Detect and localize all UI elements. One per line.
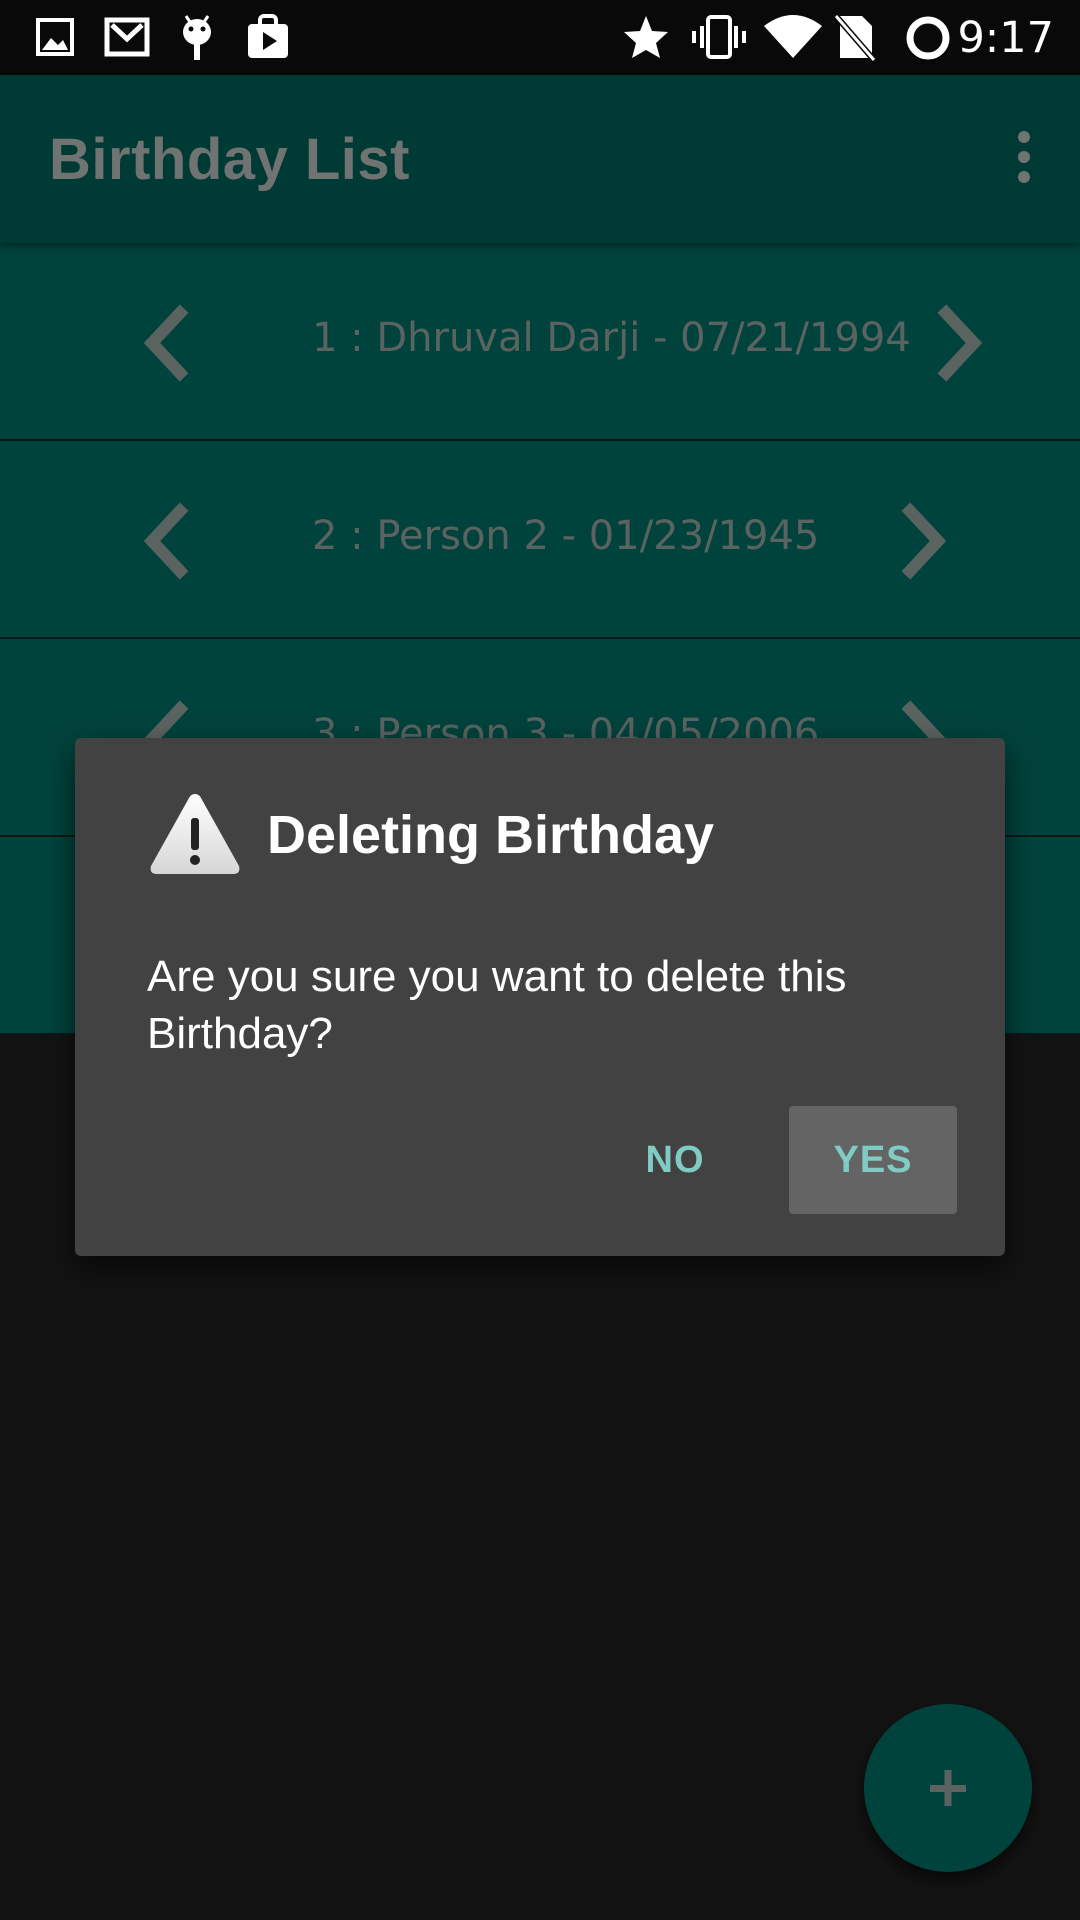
screen: 9:17 Birthday List 1 : Dhruval Darji - 0… (0, 0, 1080, 1920)
warning-icon (150, 794, 240, 874)
delete-confirm-dialog: Deleting Birthday Are you sure you want … (75, 738, 1005, 1256)
no-button[interactable]: NO (605, 1106, 745, 1214)
dialog-title: Deleting Birthday (267, 805, 715, 865)
yes-button[interactable]: YES (789, 1106, 957, 1214)
dialog-message: Are you sure you want to delete this Bir… (147, 952, 847, 1058)
